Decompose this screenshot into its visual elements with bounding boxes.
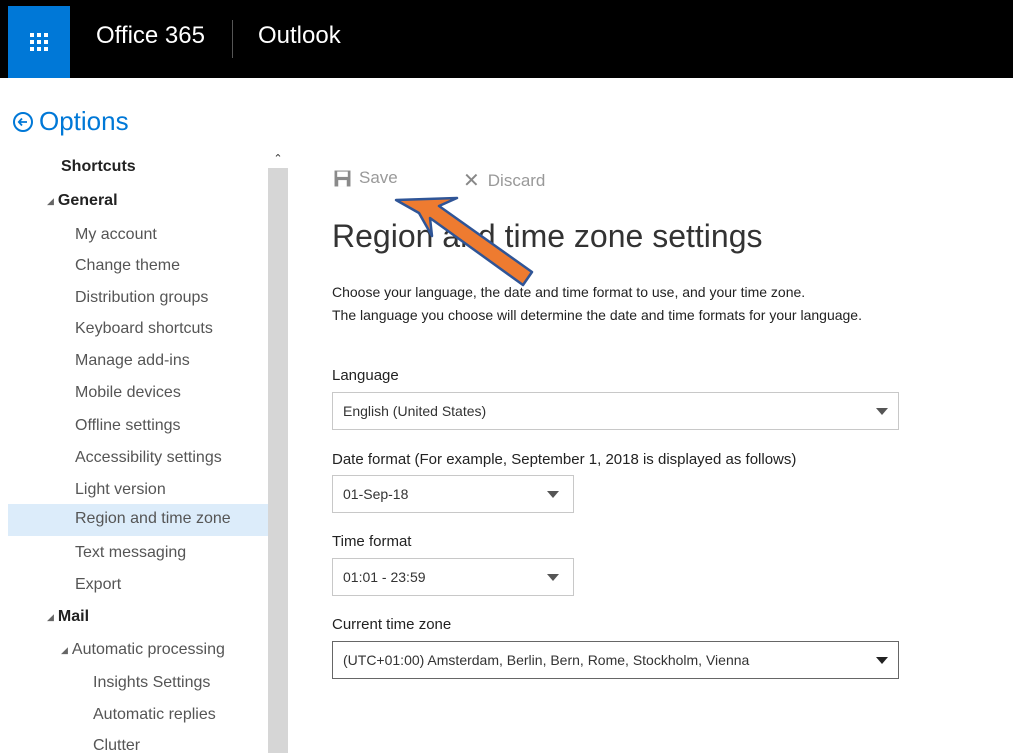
nav-item-change-theme[interactable]: Change theme xyxy=(75,251,180,281)
nav-item-label: General xyxy=(57,192,118,209)
time-format-value: 01:01 - 23:59 xyxy=(343,569,426,585)
collapse-triangle-icon: ◢ xyxy=(47,196,54,206)
nav-item-accessibility-settings[interactable]: Accessibility settings xyxy=(75,443,222,473)
description-line-2: The language you choose will determine t… xyxy=(332,307,862,323)
scroll-up-icon[interactable]: ⌃ xyxy=(268,150,288,168)
nav-item-mail[interactable]: ◢ Mail xyxy=(47,602,89,632)
nav-item-label: My account xyxy=(75,226,157,243)
collapse-triangle-icon: ◢ xyxy=(47,612,54,622)
nav-item-label: Text messaging xyxy=(75,544,187,561)
nav-item-region-and-time-zone[interactable]: Region and time zone xyxy=(8,504,268,536)
nav-item-label: Light version xyxy=(75,481,166,498)
nav-item-clutter[interactable]: Clutter xyxy=(93,731,140,753)
options-back-button[interactable]: Options xyxy=(13,106,129,137)
app-name[interactable]: Outlook xyxy=(258,22,341,50)
suite-name[interactable]: Office 365 xyxy=(96,22,205,50)
options-title: Options xyxy=(39,106,129,136)
description-line-1: Choose your language, the date and time … xyxy=(332,284,806,300)
nav-item-label: Mobile devices xyxy=(75,384,181,401)
collapse-triangle-icon: ◢ xyxy=(61,645,68,655)
nav-item-label: Change theme xyxy=(75,257,180,274)
nav-item-insights-settings[interactable]: Insights Settings xyxy=(93,668,210,698)
close-icon: ✕ xyxy=(463,170,480,192)
nav-item-label: Automatic replies xyxy=(93,706,216,723)
top-bar: Office 365 Outlook xyxy=(0,0,1013,78)
nav-item-manage-add-ins[interactable]: Manage add-ins xyxy=(75,346,190,376)
nav-item-shortcuts[interactable]: Shortcuts xyxy=(61,152,136,182)
nav-item-label: Mail xyxy=(57,608,90,625)
nav-item-mobile-devices[interactable]: Mobile devices xyxy=(75,378,181,408)
header-divider xyxy=(232,20,233,58)
nav-item-label: Keyboard shortcuts xyxy=(75,320,213,337)
nav-item-label: Manage add-ins xyxy=(75,352,190,369)
discard-label: Discard xyxy=(487,170,546,190)
nav-item-label: Insights Settings xyxy=(93,674,211,691)
nav-item-label: Accessibility settings xyxy=(75,449,222,466)
nav-item-general[interactable]: ◢ General xyxy=(47,186,118,216)
discard-button[interactable]: ✕ Discard xyxy=(463,168,545,193)
nav-item-my-account[interactable]: My account xyxy=(75,220,157,250)
time-zone-label: Current time zone xyxy=(332,616,452,633)
nav-item-label: Automatic processing xyxy=(71,641,225,658)
back-arrow-icon xyxy=(13,111,33,132)
time-format-label: Time format xyxy=(332,533,412,550)
nav-item-export[interactable]: Export xyxy=(75,570,121,600)
chevron-down-icon xyxy=(547,491,559,498)
save-icon xyxy=(334,170,351,186)
save-label: Save xyxy=(359,168,398,187)
nav-item-label: Offline settings xyxy=(75,417,181,434)
app-launcher-button[interactable] xyxy=(8,6,70,78)
nav-item-offline-settings[interactable]: Offline settings xyxy=(75,411,181,441)
time-zone-select[interactable]: (UTC+01:00) Amsterdam, Berlin, Bern, Rom… xyxy=(332,641,899,679)
nav-scrollbar[interactable] xyxy=(268,150,288,753)
date-format-value: 01-Sep-18 xyxy=(343,486,409,502)
date-format-select[interactable]: 01-Sep-18 xyxy=(332,475,574,513)
nav-item-distribution-groups[interactable]: Distribution groups xyxy=(75,283,208,313)
language-value: English (United States) xyxy=(343,403,487,419)
chevron-down-icon xyxy=(876,657,888,664)
nav-item-automatic-replies[interactable]: Automatic replies xyxy=(93,700,216,730)
chevron-down-icon xyxy=(547,574,559,581)
options-nav: Shortcuts ◢ General My account Change the… xyxy=(0,150,268,753)
date-format-label: Date format (For example, September 1, 2… xyxy=(332,451,797,468)
language-select[interactable]: English (United States) xyxy=(332,392,899,430)
nav-item-label: Distribution groups xyxy=(75,289,209,306)
time-zone-value: (UTC+01:00) Amsterdam, Berlin, Bern, Rom… xyxy=(343,652,750,668)
save-button[interactable]: Save xyxy=(334,168,398,188)
page-title: Region and time zone settings xyxy=(332,218,763,254)
nav-item-light-version[interactable]: Light version xyxy=(75,475,166,505)
nav-item-label: Shortcuts xyxy=(61,158,136,175)
nav-item-text-messaging[interactable]: Text messaging xyxy=(75,538,186,568)
nav-item-label: Clutter xyxy=(93,737,141,753)
waffle-icon xyxy=(30,33,48,51)
chevron-down-icon xyxy=(876,408,888,415)
language-label: Language xyxy=(332,367,399,384)
nav-item-label: Region and time zone xyxy=(75,510,231,527)
nav-item-label: Export xyxy=(75,576,122,593)
nav-item-automatic-processing[interactable]: ◢ Automatic processing xyxy=(61,635,225,665)
nav-item-keyboard-shortcuts[interactable]: Keyboard shortcuts xyxy=(75,314,213,344)
time-format-select[interactable]: 01:01 - 23:59 xyxy=(332,558,574,596)
